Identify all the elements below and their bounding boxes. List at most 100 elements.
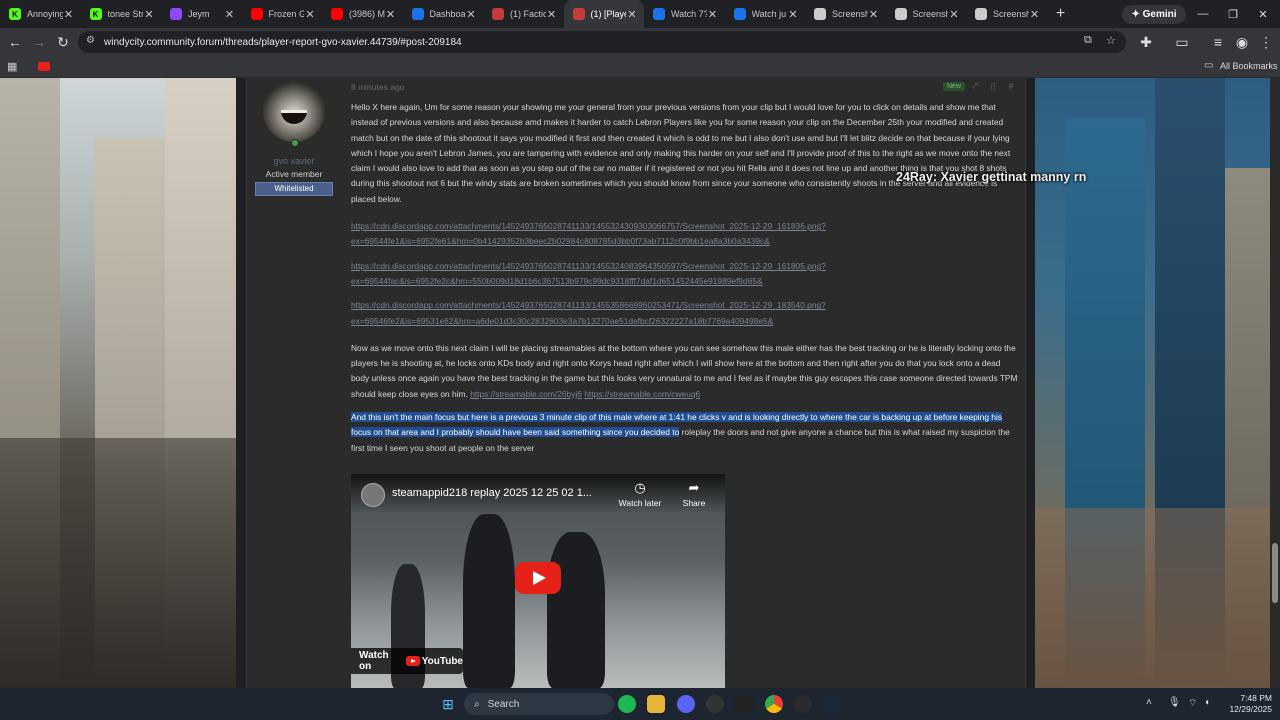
streamable-link-2[interactable]: https://streamable.com/cweuq6: [584, 389, 700, 399]
maximize-icon[interactable]: ❐: [1218, 0, 1248, 28]
browser-tab[interactable]: Screensh ✕: [886, 0, 967, 28]
watch-later-button[interactable]: ◷ Watch later: [613, 480, 667, 508]
streamable-link-1[interactable]: https://streamable.com/26byj6: [470, 389, 582, 399]
browser-tab[interactable]: Jeym ✕: [161, 0, 242, 28]
app-icon-2[interactable]: [794, 695, 812, 713]
tab-close-icon[interactable]: ✕: [707, 8, 719, 21]
tab-close-icon[interactable]: ✕: [626, 8, 638, 21]
bookmark-icon[interactable]: ▯: [987, 81, 999, 93]
play-button[interactable]: [515, 562, 561, 594]
browser-tab[interactable]: Screensh ✕: [966, 0, 1047, 28]
gemini-button[interactable]: ✦ Gemini: [1122, 5, 1186, 24]
clock-icon: ◷: [634, 480, 646, 495]
screenshot-link-2[interactable]: https://cdn.discordapp.com/attachments/1…: [351, 259, 1019, 290]
share-icon[interactable]: ⤤: [969, 81, 981, 93]
steam-icon[interactable]: [823, 695, 841, 713]
install-app-icon[interactable]: ⧉: [1084, 34, 1092, 47]
browser-tab[interactable]: (3986) M ✕: [322, 0, 403, 28]
tab-close-icon[interactable]: ✕: [304, 8, 316, 21]
street-shadow: [0, 438, 236, 688]
share-arrow-icon: ➦: [688, 480, 700, 495]
bookmark-star-icon[interactable]: ☆: [1106, 34, 1116, 47]
channel-avatar[interactable]: [361, 483, 385, 507]
tab-close-icon[interactable]: ✕: [787, 8, 799, 21]
browser-tab[interactable]: K Annoying ✕: [0, 0, 81, 28]
discord-icon[interactable]: [677, 695, 695, 713]
volume-icon[interactable]: ◖: [1204, 697, 1210, 708]
tab-close-icon[interactable]: ✕: [1029, 8, 1041, 21]
screenshot-link-1[interactable]: https://cdn.discordapp.com/attachments/1…: [351, 219, 1019, 250]
browser-tab[interactable]: Watch ju ✕: [725, 0, 806, 28]
tab-title: tonee Str: [107, 9, 144, 19]
minimize-icon[interactable]: —: [1188, 0, 1218, 28]
tab-close-icon[interactable]: ✕: [948, 8, 960, 21]
new-tab-button[interactable]: +: [1047, 5, 1075, 23]
screenshot-link-3[interactable]: https://cdn.discordapp.com/attachments/1…: [351, 298, 1019, 329]
author-name[interactable]: gvo xavier: [247, 156, 341, 166]
tab-close-icon[interactable]: ✕: [143, 8, 155, 21]
system-clock[interactable]: 7:48 PM 12/29/2025: [1222, 693, 1272, 715]
wifi-icon[interactable]: ⌔: [1188, 697, 1197, 710]
search-icon: ⌕: [474, 698, 480, 710]
new-badge: New: [943, 82, 966, 91]
chrome-icon[interactable]: [765, 695, 783, 713]
browser-tab[interactable]: (1) [Playe ✕: [563, 0, 644, 28]
file-explorer-icon[interactable]: [647, 695, 665, 713]
browser-tab[interactable]: (1) Factio ✕: [483, 0, 564, 28]
share-button[interactable]: ➦ Share: [667, 480, 721, 508]
tab-favicon-icon: [733, 8, 746, 20]
tab-title: Watch ju: [751, 9, 787, 19]
folder-icon: ▭: [1204, 60, 1214, 71]
app-icon[interactable]: [706, 695, 724, 713]
menu-dots-icon[interactable]: ⋮: [1256, 32, 1276, 52]
forward-icon[interactable]: →: [29, 32, 49, 52]
tab-title: Jeym: [188, 9, 210, 19]
extensions-icon[interactable]: ✚: [1136, 32, 1156, 52]
profile-icon[interactable]: ◉: [1232, 32, 1252, 52]
youtube-bookmark-icon[interactable]: [38, 62, 50, 71]
taskbar-search[interactable]: ⌕ Search: [464, 693, 614, 715]
tab-close-icon[interactable]: ✕: [868, 8, 880, 21]
url-text[interactable]: windycity.community.forum/threads/player…: [104, 37, 462, 48]
split-view-icon[interactable]: ▭: [1172, 32, 1192, 52]
show-hidden-icons-icon[interactable]: ˄: [1146, 697, 1152, 708]
youtube-embed[interactable]: steamappid218 replay 2025 12 25 02 1... …: [351, 474, 725, 688]
back-icon[interactable]: ←: [5, 32, 25, 52]
media-control-icon[interactable]: ≡: [1208, 32, 1228, 52]
watch-later-label: Watch later: [618, 498, 662, 508]
tab-close-icon[interactable]: ✕: [385, 8, 397, 21]
browser-tab[interactable]: Dashboa ✕: [403, 0, 484, 28]
online-status-icon: [291, 139, 299, 147]
avatar[interactable]: [263, 80, 325, 142]
avatar-mouth: [281, 110, 307, 124]
post-body: Hello X here again, Um for some reason y…: [351, 100, 1019, 465]
address-bar[interactable]: ⚙ windycity.community.forum/threads/play…: [78, 31, 1126, 53]
windows-start-icon[interactable]: ⊞: [439, 695, 457, 713]
page-scrollbar[interactable]: [1270, 78, 1280, 688]
apps-grid-icon[interactable]: ▦: [7, 60, 17, 73]
tab-close-icon[interactable]: ✕: [465, 8, 477, 21]
tab-favicon-icon: [331, 8, 343, 20]
microphone-icon[interactable]: 🎙: [1168, 697, 1181, 708]
tab-close-icon[interactable]: ✕: [224, 8, 236, 21]
close-window-icon[interactable]: ✕: [1248, 0, 1278, 28]
site-info-icon[interactable]: ⚙: [86, 35, 95, 46]
reload-icon[interactable]: ↻: [53, 32, 73, 52]
spotify-icon[interactable]: [618, 695, 636, 713]
browser-tab[interactable]: Ktonee Str ✕: [81, 0, 162, 28]
all-bookmarks-link[interactable]: All Bookmarks: [1220, 61, 1278, 71]
post-timestamp[interactable]: 8 minutes ago: [351, 82, 404, 92]
browser-tab[interactable]: Screensh ✕: [805, 0, 886, 28]
video-title[interactable]: steamappid218 replay 2025 12 25 02 1...: [392, 487, 592, 499]
browser-tab[interactable]: Frozen G ✕: [242, 0, 323, 28]
tab-close-icon[interactable]: ✕: [63, 8, 75, 21]
scrollbar-thumb[interactable]: [1272, 543, 1278, 603]
windows-taskbar: ⊞ ⌕ Search ˄ 🎙 ⌔ ◖ 7:48 PM 12/29/2025: [0, 688, 1280, 720]
epic-games-icon[interactable]: [735, 695, 753, 713]
tab-close-icon[interactable]: ✕: [546, 8, 558, 21]
post-number-icon[interactable]: #: [1005, 81, 1017, 93]
watch-on-youtube-button[interactable]: Watch on YouTube: [351, 648, 463, 674]
video-figure: [463, 514, 515, 688]
browser-tab[interactable]: Watch 7? ✕: [644, 0, 725, 28]
tab-title: Annoying: [27, 9, 63, 19]
